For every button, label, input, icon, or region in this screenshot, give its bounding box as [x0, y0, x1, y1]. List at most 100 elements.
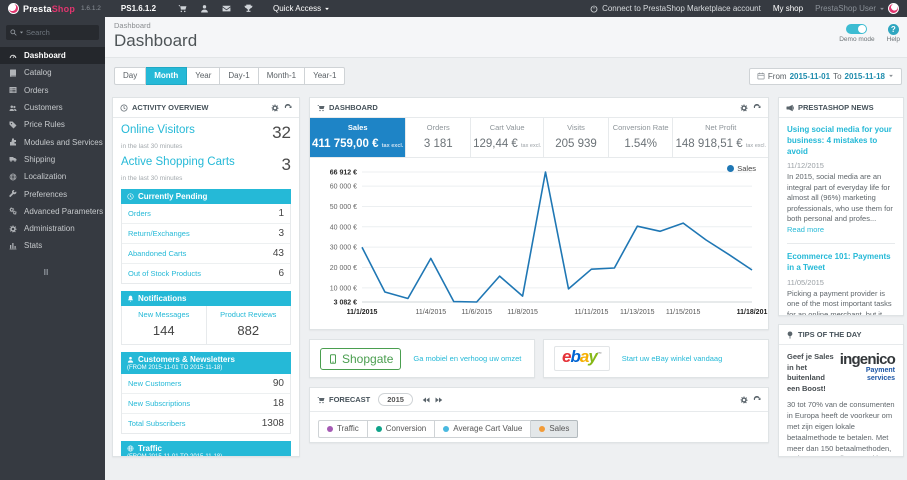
online-visitors-link[interactable]: Online Visitors: [121, 124, 195, 141]
customers-row-new-subscriptions[interactable]: New Subscriptions 18: [122, 394, 290, 414]
svg-text:11/15/2015: 11/15/2015: [666, 309, 701, 316]
search-input[interactable]: [26, 28, 95, 37]
refresh-icon[interactable]: [753, 104, 761, 112]
kpi-conversion-rate[interactable]: Conversion Rate 1.54%: [609, 118, 674, 157]
bell-icon: [127, 295, 134, 302]
chevron-down-icon[interactable]: [19, 30, 24, 35]
range-month-1-button[interactable]: Month-1: [258, 67, 306, 85]
forecast-toggle-sales[interactable]: Sales: [531, 420, 579, 438]
kpi-net-profit[interactable]: Net Profit 148 918,51 € tax excl.: [673, 118, 768, 157]
topbar: PrestaShop 1.6.1.2 PS1.6.1.2 Quick Acces…: [0, 0, 907, 17]
news-item-date: 11/05/2015: [787, 277, 824, 287]
trophy-icon[interactable]: [244, 4, 253, 13]
sidebar-item-localization[interactable]: Localization: [0, 168, 105, 185]
sidebar-item-shipping[interactable]: Shipping: [0, 151, 105, 168]
news-item-title[interactable]: Ecommerce 101: Payments in a Tweet: [787, 252, 895, 274]
forecast-panel: FORECAST 2015 Traffic Conversion Average C…: [309, 387, 769, 443]
rewind-icon[interactable]: [422, 396, 430, 404]
ingenico-logo: ingenico Payment services: [839, 351, 896, 383]
mail-icon[interactable]: [222, 4, 231, 13]
user-icon[interactable]: [200, 4, 209, 13]
book-icon: [9, 69, 17, 77]
dashboard-panel: DASHBOARD Sales 411 759,00 € tax excl. Or…: [309, 97, 769, 330]
sidebar-search[interactable]: [6, 25, 99, 40]
svg-text:11/11/2015: 11/11/2015: [574, 309, 608, 316]
help-icon[interactable]: ?: [887, 24, 899, 35]
quick-access-menu[interactable]: Quick Access: [273, 4, 330, 13]
kpi-visits[interactable]: Visits 205 939: [544, 118, 609, 157]
svg-text:10 000 €: 10 000 €: [330, 285, 357, 292]
svg-text:11/4/2015: 11/4/2015: [416, 309, 447, 316]
customers-row-new-customers[interactable]: New Customers 90: [122, 374, 290, 394]
range-day-button[interactable]: Day: [114, 67, 147, 85]
forecast-toggle-conversion[interactable]: Conversion: [367, 420, 436, 438]
phone-icon: [328, 354, 338, 364]
range-year-button[interactable]: Year: [187, 67, 221, 85]
gear-icon[interactable]: [271, 104, 279, 112]
forward-icon[interactable]: [435, 396, 443, 404]
user-menu[interactable]: PrestaShop User: [815, 3, 899, 14]
ebay-module: ebay™ Start uw eBay winkel vandaag: [543, 339, 769, 378]
pending-row-returns[interactable]: Return/Exchanges 3: [122, 224, 290, 244]
new-messages-cell[interactable]: New Messages 144: [122, 306, 206, 344]
sidebar-item-customers[interactable]: Customers: [0, 99, 105, 116]
svg-text:60 000 €: 60 000 €: [330, 184, 357, 191]
sidebar-item-preferences[interactable]: Preferences: [0, 185, 105, 202]
users-icon: [9, 104, 17, 112]
sidebar-item-modules[interactable]: Modules and Services: [0, 133, 105, 150]
my-shop-link[interactable]: My shop: [773, 4, 803, 13]
kpi-sales[interactable]: Sales 411 759,00 € tax excl.: [310, 118, 407, 157]
online-visitors-sub: in the last 30 minutes: [121, 143, 183, 150]
panel-title: TIPS OF THE DAY: [798, 330, 862, 339]
active-carts-link[interactable]: Active Shopping Carts: [121, 156, 235, 173]
megaphone-icon: [786, 104, 794, 112]
forecast-year[interactable]: 2015: [378, 393, 413, 406]
customers-row-total-subscribers[interactable]: Total Subscribers 1308: [122, 414, 290, 433]
panel-title: FORECAST: [329, 395, 371, 404]
cart-icon[interactable]: [178, 4, 187, 13]
currently-pending-header: Currently Pending: [121, 189, 291, 204]
globe-icon: [127, 445, 134, 452]
marketplace-connect-link[interactable]: Connect to PrestaShop Marketplace accoun…: [590, 4, 761, 13]
chart-legend[interactable]: Sales: [727, 164, 756, 173]
news-item-title[interactable]: Using social media for your business: 4 …: [787, 125, 895, 157]
pending-row-out-of-stock[interactable]: Out of Stock Products 6: [122, 264, 290, 283]
range-day-1-button[interactable]: Day-1: [220, 67, 259, 85]
refresh-icon[interactable]: [753, 396, 761, 404]
forecast-toggle-traffic[interactable]: Traffic: [318, 420, 368, 438]
sidebar-item-price-rules[interactable]: Price Rules: [0, 116, 105, 133]
gear-icon[interactable]: [740, 104, 748, 112]
read-more-link[interactable]: Read more: [787, 225, 824, 234]
range-year-1-button[interactable]: Year-1: [305, 67, 346, 85]
panel-title: DASHBOARD: [329, 103, 378, 112]
refresh-icon[interactable]: [284, 104, 292, 112]
product-reviews-cell[interactable]: Product Reviews 882: [205, 306, 291, 344]
customers-date-range: (FROM 2015-11-01 TO 2015-11-18): [127, 365, 223, 371]
tip-body: 30 tot 70% van de consumenten in Europa …: [787, 400, 895, 456]
date-range-picker[interactable]: From 2015-11-01 To 2015-11-18: [748, 67, 902, 85]
range-month-button[interactable]: Month: [146, 67, 188, 85]
pending-row-abandoned-carts[interactable]: Abandoned Carts 43: [122, 244, 290, 264]
news-item: Using social media for your business: 4 …: [787, 125, 895, 235]
sidebar-item-orders[interactable]: Orders: [0, 82, 105, 99]
date-toolbar: Day Month Year Day-1 Month-1 Year-1 From…: [112, 67, 904, 85]
prestashop-news-panel: PRESTASHOP NEWS Using social media for y…: [778, 97, 904, 316]
kpi-cart-value[interactable]: Cart Value 129,44 € tax excl.: [471, 118, 545, 157]
gear-icon[interactable]: [740, 396, 748, 404]
sidebar-item-stats[interactable]: Stats: [0, 237, 105, 254]
sidebar-item-advanced-parameters[interactable]: Advanced Parameters: [0, 203, 105, 220]
demo-mode-toggle[interactable]: [846, 24, 868, 34]
ebay-link[interactable]: Start uw eBay winkel vandaag: [622, 354, 722, 363]
sidebar-item-administration[interactable]: Administration: [0, 220, 105, 237]
sidebar-item-catalog[interactable]: Catalog: [0, 64, 105, 81]
kpi-orders[interactable]: Orders 3 181: [406, 118, 472, 157]
pending-row-orders[interactable]: Orders 1: [122, 204, 290, 224]
forecast-toggle-average-cart-value[interactable]: Average Cart Value: [435, 420, 532, 438]
shopgate-link[interactable]: Ga mobiel en verhoog uw omzet: [413, 354, 521, 363]
prestashop-brand[interactable]: PrestaShop 1.6.1.2: [8, 3, 101, 14]
sidebar-item-dashboard[interactable]: Dashboard: [0, 47, 105, 65]
sidebar: Dashboard Catalog Orders Customers Price…: [0, 17, 105, 480]
svg-text:11/13/2015: 11/13/2015: [620, 309, 655, 316]
shopgate-module: Shopgate Ga mobiel en verhoog uw omzet: [309, 339, 535, 378]
collapse-sidebar-icon[interactable]: [42, 268, 50, 276]
